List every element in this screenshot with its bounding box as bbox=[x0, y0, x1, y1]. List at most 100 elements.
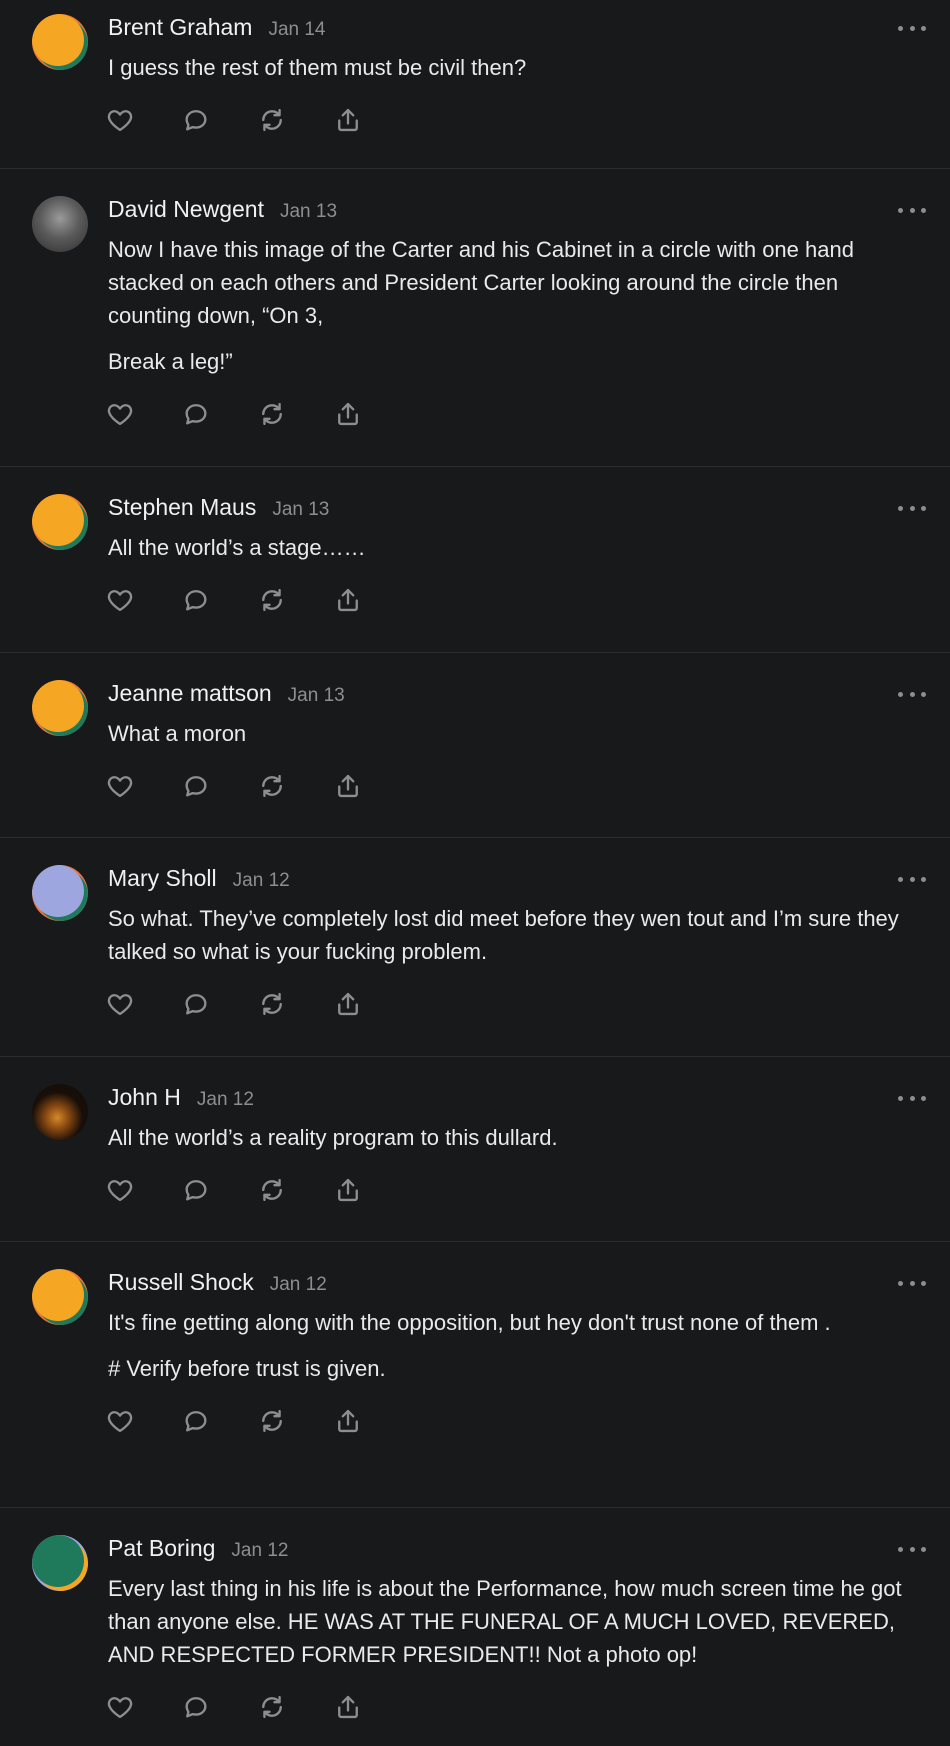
comment-paragraph: Every last thing in his life is about th… bbox=[108, 1576, 902, 1667]
comment-date[interactable]: Jan 12 bbox=[231, 1540, 288, 1562]
restack-icon[interactable] bbox=[258, 586, 286, 614]
comment-header: Brent Graham Jan 14 bbox=[108, 14, 918, 44]
share-icon[interactable] bbox=[334, 106, 362, 134]
comment-icon[interactable] bbox=[182, 106, 210, 134]
comment-paragraph: So what. They’ve completely lost did mee… bbox=[108, 906, 899, 964]
author-name[interactable]: Russell Shock bbox=[108, 1269, 254, 1296]
share-icon[interactable] bbox=[334, 1693, 362, 1721]
more-options-icon[interactable] bbox=[898, 1539, 926, 1559]
comment-header: David Newgent Jan 13 bbox=[108, 196, 918, 226]
comment-actions bbox=[106, 1693, 918, 1721]
comment-body: Russell Shock Jan 12 It's fine getting alo… bbox=[106, 1269, 918, 1435]
author-name[interactable]: John H bbox=[108, 1084, 181, 1111]
comment-actions bbox=[106, 990, 918, 1018]
comment-text: Now I have this image of the Carter and … bbox=[108, 233, 918, 378]
avatar[interactable] bbox=[32, 680, 88, 736]
comment-date[interactable]: Jan 13 bbox=[272, 499, 329, 521]
restack-icon[interactable] bbox=[258, 1407, 286, 1435]
author-name[interactable]: David Newgent bbox=[108, 196, 264, 223]
heart-icon[interactable] bbox=[106, 1176, 134, 1204]
comment-actions bbox=[106, 400, 918, 428]
heart-icon[interactable] bbox=[106, 990, 134, 1018]
comment-icon[interactable] bbox=[182, 400, 210, 428]
share-icon[interactable] bbox=[334, 772, 362, 800]
more-options-icon[interactable] bbox=[898, 200, 926, 220]
comment: Pat Boring Jan 12 Every last thing in his … bbox=[0, 1507, 950, 1746]
comment: Stephen Maus Jan 13 All the world’s a stag… bbox=[0, 466, 950, 652]
comment-paragraph: What a moron bbox=[108, 721, 247, 746]
more-options-icon[interactable] bbox=[898, 1273, 926, 1293]
comment-icon[interactable] bbox=[182, 1407, 210, 1435]
comment-header: Jeanne mattson Jan 13 bbox=[108, 680, 918, 710]
restack-icon[interactable] bbox=[258, 1176, 286, 1204]
comment-text: What a moron bbox=[108, 717, 918, 750]
comment-date[interactable]: Jan 14 bbox=[268, 19, 325, 41]
comment-date[interactable]: Jan 12 bbox=[270, 1274, 327, 1296]
comment-text: All the world’s a reality program to thi… bbox=[108, 1121, 918, 1154]
comment: Jeanne mattson Jan 13 What a moron bbox=[0, 652, 950, 837]
share-icon[interactable] bbox=[334, 1176, 362, 1204]
comment-text: It's fine getting along with the opposit… bbox=[108, 1306, 918, 1385]
heart-icon[interactable] bbox=[106, 1693, 134, 1721]
heart-icon[interactable] bbox=[106, 106, 134, 134]
author-name[interactable]: Stephen Maus bbox=[108, 494, 256, 521]
comment: David Newgent Jan 13 Now I have this image… bbox=[0, 168, 950, 466]
more-options-icon[interactable] bbox=[898, 684, 926, 704]
comment-header: Russell Shock Jan 12 bbox=[108, 1269, 918, 1299]
author-name[interactable]: Mary Sholl bbox=[108, 865, 217, 892]
heart-icon[interactable] bbox=[106, 772, 134, 800]
avatar[interactable] bbox=[32, 865, 88, 921]
comment-header: Mary Sholl Jan 12 bbox=[108, 865, 918, 895]
avatar[interactable] bbox=[32, 1269, 88, 1325]
comment-body: David Newgent Jan 13 Now I have this image… bbox=[106, 196, 918, 428]
comment-text: Every last thing in his life is about th… bbox=[108, 1572, 918, 1671]
comment-header: Stephen Maus Jan 13 bbox=[108, 494, 918, 524]
author-name[interactable]: Jeanne mattson bbox=[108, 680, 272, 707]
comment-paragraph: All the world’s a stage…… bbox=[108, 535, 366, 560]
comment-date[interactable]: Jan 13 bbox=[280, 201, 337, 223]
restack-icon[interactable] bbox=[258, 1693, 286, 1721]
restack-icon[interactable] bbox=[258, 990, 286, 1018]
comment-body: Pat Boring Jan 12 Every last thing in his … bbox=[106, 1535, 918, 1721]
author-name[interactable]: Brent Graham bbox=[108, 14, 252, 41]
comment-date[interactable]: Jan 13 bbox=[288, 685, 345, 707]
restack-icon[interactable] bbox=[258, 772, 286, 800]
comment-icon[interactable] bbox=[182, 772, 210, 800]
restack-icon[interactable] bbox=[258, 400, 286, 428]
comment-icon[interactable] bbox=[182, 990, 210, 1018]
comment-actions bbox=[106, 586, 918, 614]
more-options-icon[interactable] bbox=[898, 18, 926, 38]
share-icon[interactable] bbox=[334, 1407, 362, 1435]
more-options-icon[interactable] bbox=[898, 869, 926, 889]
comment: John H Jan 12 All the world’s a reality pr… bbox=[0, 1056, 950, 1241]
comment-text: So what. They’ve completely lost did mee… bbox=[108, 902, 918, 968]
comment-date[interactable]: Jan 12 bbox=[197, 1089, 254, 1111]
comment-actions bbox=[106, 1407, 918, 1435]
comment-icon[interactable] bbox=[182, 1176, 210, 1204]
restack-icon[interactable] bbox=[258, 106, 286, 134]
heart-icon[interactable] bbox=[106, 586, 134, 614]
comment-body: Brent Graham Jan 14 I guess the rest of th… bbox=[106, 14, 918, 134]
heart-icon[interactable] bbox=[106, 400, 134, 428]
author-name[interactable]: Pat Boring bbox=[108, 1535, 215, 1562]
avatar[interactable] bbox=[32, 14, 88, 70]
share-icon[interactable] bbox=[334, 586, 362, 614]
avatar[interactable] bbox=[32, 494, 88, 550]
more-options-icon[interactable] bbox=[898, 1088, 926, 1108]
comment-actions bbox=[106, 1176, 918, 1204]
comment-paragraph: It's fine getting along with the opposit… bbox=[108, 1310, 831, 1335]
comment-icon[interactable] bbox=[182, 586, 210, 614]
share-icon[interactable] bbox=[334, 990, 362, 1018]
heart-icon[interactable] bbox=[106, 1407, 134, 1435]
avatar[interactable] bbox=[32, 196, 88, 252]
avatar[interactable] bbox=[32, 1084, 88, 1140]
share-icon[interactable] bbox=[334, 400, 362, 428]
comment-body: Jeanne mattson Jan 13 What a moron bbox=[106, 680, 918, 800]
avatar[interactable] bbox=[32, 1535, 88, 1591]
more-options-icon[interactable] bbox=[898, 498, 926, 518]
comment-body: Mary Sholl Jan 12 So what. They’ve complet… bbox=[106, 865, 918, 1018]
comment-paragraph: Now I have this image of the Carter and … bbox=[108, 237, 854, 328]
comment-text: All the world’s a stage…… bbox=[108, 531, 918, 564]
comment-date[interactable]: Jan 12 bbox=[233, 870, 290, 892]
comment-icon[interactable] bbox=[182, 1693, 210, 1721]
